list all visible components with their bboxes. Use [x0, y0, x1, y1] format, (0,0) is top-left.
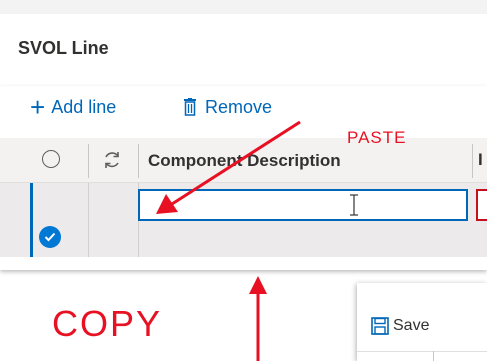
- save-label: Save: [393, 317, 430, 334]
- save-button-panel: Save: [357, 283, 487, 361]
- save-divider: [433, 351, 434, 361]
- copy-arrow: [249, 276, 267, 361]
- save-divider: [357, 351, 487, 352]
- save-button[interactable]: Save: [371, 317, 429, 335]
- paste-arrow: [156, 120, 301, 214]
- floppy-disk-icon: [371, 317, 389, 335]
